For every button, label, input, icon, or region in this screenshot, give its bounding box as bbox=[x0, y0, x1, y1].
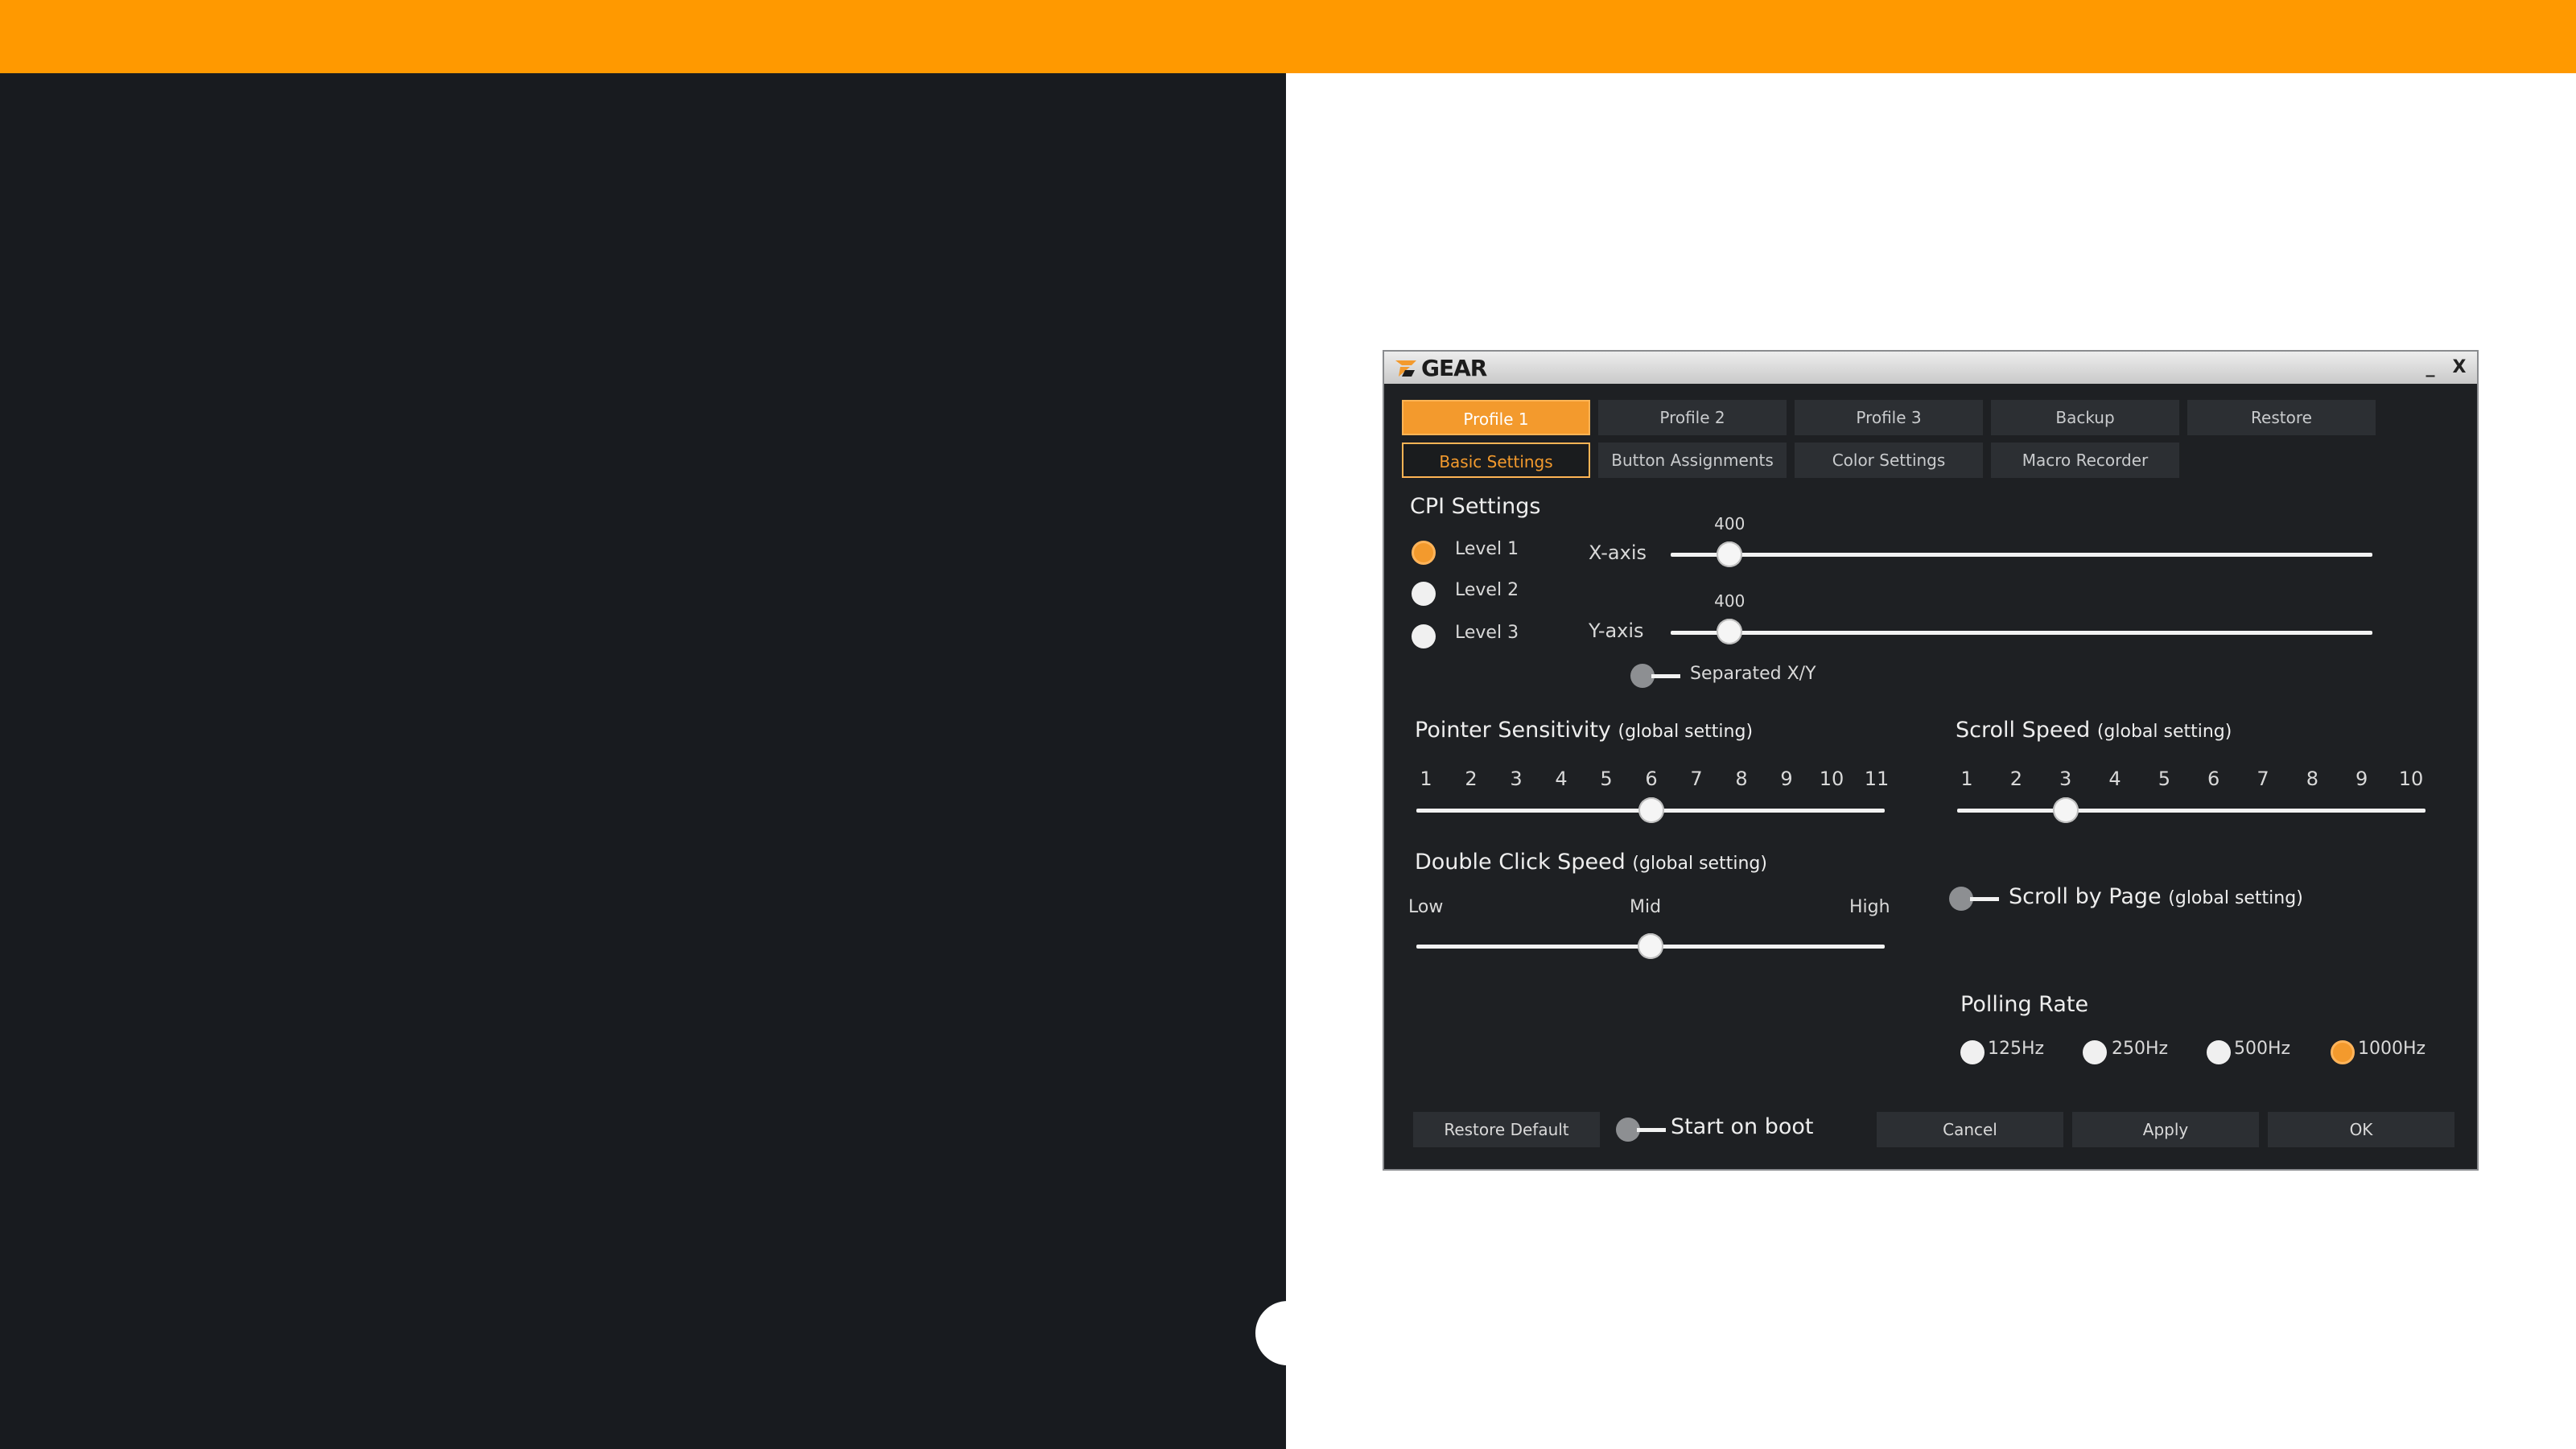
cpi-level-1-radio[interactable] bbox=[1412, 541, 1436, 565]
scroll-speed-tick-1: 1 bbox=[1960, 768, 1973, 790]
tab-color-settings[interactable]: Color Settings bbox=[1795, 443, 1983, 478]
cpi-level-3-radio[interactable] bbox=[1412, 624, 1436, 648]
polling-rate-heading: Polling Rate bbox=[1960, 992, 2089, 1017]
scroll-by-page-title: Scroll by Page bbox=[2009, 884, 2162, 909]
pointer-sensitivity-tick-8: 8 bbox=[1735, 768, 1748, 790]
pointer-sensitivity-tick-5: 5 bbox=[1600, 768, 1613, 790]
scroll-speed-tick-3: 3 bbox=[2059, 768, 2072, 790]
tab-profile-2[interactable]: Profile 2 bbox=[1598, 400, 1787, 435]
pointer-sensitivity-tick-4: 4 bbox=[1555, 768, 1568, 790]
cpi-level-2-label: Level 2 bbox=[1455, 580, 1519, 600]
pointer-sensitivity-tick-1: 1 bbox=[1420, 768, 1432, 790]
double-click-heading: Double Click Speed (global setting) bbox=[1415, 850, 1767, 875]
ok-button[interactable]: OK bbox=[2268, 1112, 2454, 1147]
polling-1000hz-label: 1000Hz bbox=[2358, 1039, 2426, 1059]
pointer-sensitivity-tick-2: 2 bbox=[1465, 768, 1478, 790]
polling-500hz-radio[interactable] bbox=[2207, 1040, 2231, 1064]
pointer-sensitivity-tick-11: 11 bbox=[1864, 768, 1890, 790]
cpi-level-3-label: Level 3 bbox=[1455, 623, 1519, 643]
y-axis-slider-track[interactable] bbox=[1671, 631, 2372, 635]
pointer-sensitivity-thumb[interactable] bbox=[1638, 797, 1664, 823]
polling-125hz-label: 125Hz bbox=[1988, 1039, 2045, 1059]
brand-mark-icon bbox=[1395, 360, 1416, 377]
pointer-sensitivity-tick-6: 6 bbox=[1645, 768, 1658, 790]
polling-500hz-label: 500Hz bbox=[2234, 1039, 2291, 1059]
scroll-speed-tick-9: 9 bbox=[2355, 768, 2368, 790]
x-axis-value: 400 bbox=[1714, 514, 1745, 533]
scroll-speed-tick-4: 4 bbox=[2108, 768, 2121, 790]
cpi-level-1-label: Level 1 bbox=[1455, 539, 1519, 559]
scroll-speed-track[interactable] bbox=[1957, 809, 2426, 813]
scroll-speed-thumb[interactable] bbox=[2052, 797, 2079, 823]
separated-xy-toggle[interactable] bbox=[1630, 664, 1682, 688]
scroll-by-page-toggle[interactable] bbox=[1949, 887, 2001, 911]
cpi-level-2-radio[interactable] bbox=[1412, 582, 1436, 606]
start-on-boot-label: Start on boot bbox=[1671, 1114, 1814, 1139]
double-click-title: Double Click Speed bbox=[1415, 850, 1626, 875]
tab-macro-recorder[interactable]: Macro Recorder bbox=[1991, 443, 2179, 478]
close-button[interactable]: X bbox=[2446, 355, 2472, 381]
scroll-speed-tick-6: 6 bbox=[2207, 768, 2220, 790]
scroll-speed-tick-2: 2 bbox=[2009, 768, 2022, 790]
pointer-sensitivity-note: (global setting) bbox=[1618, 722, 1754, 742]
polling-250hz-radio[interactable] bbox=[2083, 1040, 2107, 1064]
x-axis-slider-thumb[interactable] bbox=[1717, 541, 1743, 567]
separated-xy-label: Separated X/Y bbox=[1690, 664, 1816, 684]
x-axis-slider-track[interactable] bbox=[1671, 553, 2372, 557]
scroll-speed-title: Scroll Speed bbox=[1956, 718, 2091, 743]
scroll-speed-note: (global setting) bbox=[2096, 722, 2232, 742]
cancel-button[interactable]: Cancel bbox=[1877, 1112, 2063, 1147]
pointer-sensitivity-title: Pointer Sensitivity bbox=[1415, 718, 1611, 743]
tab-restore[interactable]: Restore bbox=[2187, 400, 2376, 435]
scroll-by-page-note: (global setting) bbox=[2168, 888, 2303, 908]
top-accent-bar bbox=[0, 0, 2576, 73]
double-click-thumb[interactable] bbox=[1638, 933, 1663, 959]
y-axis-label: Y-axis bbox=[1589, 620, 1644, 642]
minimize-button[interactable]: _ bbox=[2417, 355, 2443, 381]
dark-side-panel bbox=[0, 73, 1286, 1449]
double-click-low-label: Low bbox=[1408, 897, 1444, 917]
pointer-sensitivity-tick-3: 3 bbox=[1510, 768, 1523, 790]
x-axis-label: X-axis bbox=[1589, 541, 1647, 564]
scroll-speed-heading: Scroll Speed (global setting) bbox=[1956, 718, 2232, 743]
title-bar[interactable]: GEAR _ X bbox=[1384, 352, 2477, 384]
scroll-speed-tick-10: 10 bbox=[2398, 768, 2424, 790]
tab-profile-1[interactable]: Profile 1 bbox=[1402, 400, 1590, 435]
pointer-sensitivity-tick-10: 10 bbox=[1819, 768, 1844, 790]
pointer-sensitivity-tick-7: 7 bbox=[1690, 768, 1703, 790]
y-axis-value: 400 bbox=[1714, 591, 1745, 611]
brand-name: GEAR bbox=[1421, 354, 1487, 381]
scroll-speed-tick-7: 7 bbox=[2257, 768, 2269, 790]
tab-backup[interactable]: Backup bbox=[1991, 400, 2179, 435]
pointer-sensitivity-tick-9: 9 bbox=[1780, 768, 1793, 790]
cpi-settings-heading: CPI Settings bbox=[1410, 494, 1541, 519]
polling-125hz-radio[interactable] bbox=[1960, 1040, 1985, 1064]
double-click-high-label: High bbox=[1849, 897, 1890, 917]
scroll-speed-tick-5: 5 bbox=[2158, 768, 2170, 790]
tab-button-assignments[interactable]: Button Assignments bbox=[1598, 443, 1787, 478]
polling-250hz-label: 250Hz bbox=[2112, 1039, 2169, 1059]
start-on-boot-toggle[interactable] bbox=[1616, 1118, 1667, 1142]
double-click-mid-label: Mid bbox=[1630, 897, 1662, 917]
double-click-note: (global setting) bbox=[1632, 854, 1767, 874]
app-logo: GEAR bbox=[1394, 353, 1487, 382]
tab-basic-settings[interactable]: Basic Settings bbox=[1402, 443, 1590, 478]
apply-button[interactable]: Apply bbox=[2072, 1112, 2259, 1147]
gear-settings-window: GEAR _ X Profile 1 Profile 2 Profile 3 B… bbox=[1383, 350, 2479, 1171]
tab-profile-3[interactable]: Profile 3 bbox=[1795, 400, 1983, 435]
y-axis-slider-thumb[interactable] bbox=[1717, 619, 1743, 644]
polling-1000hz-radio[interactable] bbox=[2331, 1040, 2355, 1064]
restore-default-button[interactable]: Restore Default bbox=[1413, 1112, 1600, 1147]
scroll-speed-tick-8: 8 bbox=[2306, 768, 2318, 790]
scroll-by-page-label: Scroll by Page (global setting) bbox=[2009, 884, 2303, 909]
pointer-sensitivity-heading: Pointer Sensitivity (global setting) bbox=[1415, 718, 1753, 743]
decorative-circle bbox=[1255, 1301, 1320, 1365]
